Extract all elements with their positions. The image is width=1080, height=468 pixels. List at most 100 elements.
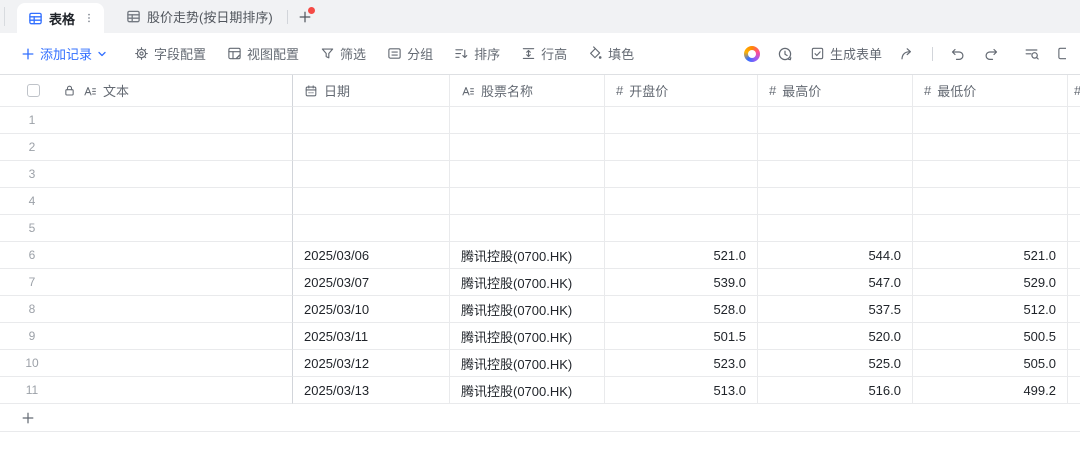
- cell-open-price[interactable]: [605, 134, 758, 161]
- cell-open-price[interactable]: [605, 107, 758, 134]
- redo-button[interactable]: [983, 46, 999, 62]
- table-row[interactable]: 92025/03/11腾讯控股(0700.HK)501.5520.0500.5: [0, 323, 1080, 350]
- table-row[interactable]: 4: [0, 188, 1080, 215]
- add-record-row[interactable]: [0, 404, 1080, 432]
- cell-high-price[interactable]: [758, 107, 913, 134]
- row-index-cell[interactable]: 4: [0, 188, 293, 215]
- fill-color-button[interactable]: 填色: [588, 44, 634, 63]
- cell-low-price[interactable]: 505.0: [913, 350, 1068, 377]
- table-row[interactable]: 112025/03/13腾讯控股(0700.HK)513.0516.0499.2: [0, 377, 1080, 404]
- cell-open-price[interactable]: [605, 161, 758, 188]
- header-stock-name-column[interactable]: 股票名称: [450, 75, 605, 107]
- cell-date[interactable]: [293, 107, 450, 134]
- cell-date[interactable]: 2025/03/13: [293, 377, 450, 404]
- cell-open-price[interactable]: [605, 188, 758, 215]
- table-row[interactable]: 3: [0, 161, 1080, 188]
- cell-open-price[interactable]: 501.5: [605, 323, 758, 350]
- cell-stock-name[interactable]: 腾讯控股(0700.HK): [450, 242, 605, 269]
- cell-high-price[interactable]: 547.0: [758, 269, 913, 296]
- cell-extra[interactable]: [1068, 215, 1080, 242]
- undo-button[interactable]: [950, 46, 966, 62]
- tab-stock-trend[interactable]: 股价走势(按日期排序): [112, 0, 287, 33]
- header-low-column[interactable]: # 最低价: [913, 75, 1068, 107]
- group-button[interactable]: 分组: [387, 44, 433, 63]
- table-row[interactable]: 102025/03/12腾讯控股(0700.HK)523.0525.0505.0: [0, 350, 1080, 377]
- header-date-column[interactable]: 日期: [293, 75, 450, 107]
- cell-low-price[interactable]: [913, 215, 1068, 242]
- cell-stock-name[interactable]: 腾讯控股(0700.HK): [450, 269, 605, 296]
- cell-high-price[interactable]: 525.0: [758, 350, 913, 377]
- cell-high-price[interactable]: [758, 188, 913, 215]
- search-records-button[interactable]: [1024, 46, 1040, 62]
- row-index-cell[interactable]: 9: [0, 323, 293, 350]
- cell-extra[interactable]: [1068, 134, 1080, 161]
- cell-date[interactable]: [293, 134, 450, 161]
- cell-low-price[interactable]: [913, 188, 1068, 215]
- cell-low-price[interactable]: 500.5: [913, 323, 1068, 350]
- cell-extra[interactable]: [1068, 188, 1080, 215]
- cell-stock-name[interactable]: [450, 215, 605, 242]
- cell-low-price[interactable]: 512.0: [913, 296, 1068, 323]
- table-row[interactable]: 82025/03/10腾讯控股(0700.HK)528.0537.5512.0: [0, 296, 1080, 323]
- row-index-cell[interactable]: 11: [0, 377, 293, 404]
- cell-stock-name[interactable]: [450, 107, 605, 134]
- cell-open-price[interactable]: 528.0: [605, 296, 758, 323]
- cell-stock-name[interactable]: 腾讯控股(0700.HK): [450, 377, 605, 404]
- collapse-toolbar-button[interactable]: [1057, 46, 1066, 61]
- row-index-cell[interactable]: 7: [0, 269, 293, 296]
- cell-stock-name[interactable]: [450, 161, 605, 188]
- share-button[interactable]: [899, 46, 915, 62]
- filter-button[interactable]: 筛选: [320, 44, 366, 63]
- cell-extra[interactable]: [1068, 296, 1080, 323]
- cell-open-price[interactable]: 521.0: [605, 242, 758, 269]
- tab-more-icon[interactable]: [83, 12, 95, 24]
- cell-open-price[interactable]: [605, 215, 758, 242]
- row-index-cell[interactable]: 2: [0, 134, 293, 161]
- header-text-column[interactable]: 文本: [0, 75, 293, 107]
- generate-form-button[interactable]: 生成表单: [810, 44, 882, 63]
- ai-assistant-icon[interactable]: [744, 46, 760, 62]
- header-high-column[interactable]: # 最高价: [758, 75, 913, 107]
- cell-stock-name[interactable]: 腾讯控股(0700.HK): [450, 296, 605, 323]
- cell-stock-name[interactable]: 腾讯控股(0700.HK): [450, 323, 605, 350]
- cell-high-price[interactable]: 520.0: [758, 323, 913, 350]
- select-all-checkbox[interactable]: [27, 84, 40, 97]
- sort-button[interactable]: 排序: [454, 44, 500, 63]
- cell-open-price[interactable]: 513.0: [605, 377, 758, 404]
- cell-high-price[interactable]: 544.0: [758, 242, 913, 269]
- table-row[interactable]: 72025/03/07腾讯控股(0700.HK)539.0547.0529.0: [0, 269, 1080, 296]
- add-record-button[interactable]: 添加记录: [21, 44, 107, 63]
- cell-low-price[interactable]: 529.0: [913, 269, 1068, 296]
- cell-high-price[interactable]: [758, 134, 913, 161]
- cell-date[interactable]: [293, 188, 450, 215]
- cell-low-price[interactable]: [913, 107, 1068, 134]
- cell-high-price[interactable]: [758, 161, 913, 188]
- cell-stock-name[interactable]: 腾讯控股(0700.HK): [450, 350, 605, 377]
- row-index-cell[interactable]: 8: [0, 296, 293, 323]
- cell-extra[interactable]: [1068, 242, 1080, 269]
- cell-extra[interactable]: [1068, 269, 1080, 296]
- cell-high-price[interactable]: 516.0: [758, 377, 913, 404]
- cell-low-price[interactable]: [913, 161, 1068, 188]
- tab-table-active[interactable]: 表格: [17, 3, 104, 33]
- cell-date[interactable]: 2025/03/12: [293, 350, 450, 377]
- row-index-cell[interactable]: 3: [0, 161, 293, 188]
- cell-date[interactable]: [293, 161, 450, 188]
- cell-extra[interactable]: [1068, 350, 1080, 377]
- cell-extra[interactable]: [1068, 161, 1080, 188]
- cell-date[interactable]: [293, 215, 450, 242]
- cell-low-price[interactable]: 499.2: [913, 377, 1068, 404]
- cell-extra[interactable]: [1068, 377, 1080, 404]
- table-row[interactable]: 1: [0, 107, 1080, 134]
- table-row[interactable]: 5: [0, 215, 1080, 242]
- field-config-button[interactable]: 字段配置: [134, 44, 206, 63]
- row-index-cell[interactable]: 1: [0, 107, 293, 134]
- cell-extra[interactable]: [1068, 323, 1080, 350]
- cell-high-price[interactable]: [758, 215, 913, 242]
- view-config-button[interactable]: 视图配置: [227, 44, 299, 63]
- cell-extra[interactable]: [1068, 107, 1080, 134]
- cell-date[interactable]: 2025/03/06: [293, 242, 450, 269]
- add-table-button[interactable]: [288, 0, 322, 33]
- cell-stock-name[interactable]: [450, 134, 605, 161]
- header-open-column[interactable]: # 开盘价: [605, 75, 758, 107]
